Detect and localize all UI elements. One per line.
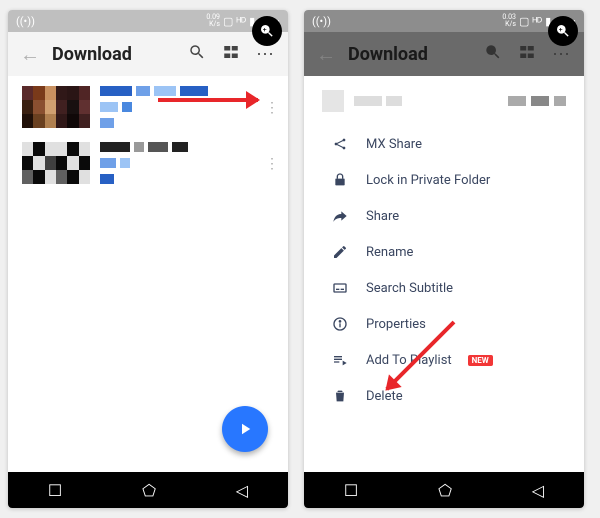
- nav-back-icon[interactable]: ◁: [532, 481, 544, 500]
- pencil-icon: [330, 244, 350, 260]
- file-row[interactable]: ⋮: [8, 132, 288, 188]
- status-bar: ((•)) 0.03K/s ▢ ᴴᴰ ▮ ◢ ▭: [304, 10, 584, 32]
- menu-search-subtitle[interactable]: Search Subtitle: [308, 270, 580, 306]
- status-bar: ((•)) 0.09K/s ▢ ᴴᴰ ▮ ◢ ▭: [8, 10, 288, 32]
- more-icon: ⋯: [550, 44, 572, 65]
- video-thumbnail: [22, 142, 90, 184]
- menu-delete[interactable]: Delete: [308, 378, 580, 414]
- zoom-icon[interactable]: [252, 16, 282, 46]
- row-more-icon[interactable]: ⋮: [265, 100, 278, 116]
- menu-label: Lock in Private Folder: [366, 173, 490, 188]
- trash-icon: [330, 388, 350, 404]
- playlist-icon: [330, 352, 350, 368]
- sheet-header: [304, 76, 584, 120]
- hotspot-icon: ((•)): [16, 15, 35, 28]
- menu-mx-share[interactable]: MX Share: [308, 126, 580, 162]
- phone-right: ((•)) 0.03K/s ▢ ᴴᴰ ▮ ◢ ▭ ← Download ⋯: [304, 10, 584, 508]
- nav-home-icon[interactable]: ⬠: [142, 481, 156, 500]
- menu-label: Properties: [366, 317, 426, 332]
- view-icon[interactable]: [220, 43, 242, 66]
- info-icon: [330, 316, 350, 332]
- search-icon: [482, 43, 504, 66]
- cast-icon: ▢: [223, 15, 233, 28]
- lock-icon: [330, 172, 350, 188]
- share-alt-icon: [330, 136, 350, 152]
- app-bar: ← Download ⋯: [8, 32, 288, 76]
- view-icon: [516, 43, 538, 66]
- menu-label: Share: [366, 209, 399, 224]
- menu-properties[interactable]: Properties: [308, 306, 580, 342]
- row-more-icon[interactable]: ⋮: [265, 156, 278, 172]
- nav-bar: ☐ ⬠ ◁: [8, 472, 288, 508]
- more-icon[interactable]: ⋯: [254, 44, 276, 65]
- nav-bar: ☐ ⬠ ◁: [304, 472, 584, 508]
- menu-label: Rename: [366, 245, 413, 260]
- bottom-sheet: MX Share Lock in Private Folder Share Re…: [304, 76, 584, 472]
- content-area: ⋮ ⋮: [8, 76, 288, 472]
- back-icon: ←: [316, 42, 336, 67]
- nav-home-icon[interactable]: ⬠: [438, 481, 452, 500]
- app-bar-dimmed: ← Download ⋯: [304, 32, 584, 76]
- context-menu: MX Share Lock in Private Folder Share Re…: [304, 120, 584, 420]
- menu-label: Search Subtitle: [366, 281, 453, 296]
- share-icon: [330, 208, 350, 224]
- hotspot-icon: ((•)): [312, 15, 331, 28]
- menu-share[interactable]: Share: [308, 198, 580, 234]
- nav-back-icon[interactable]: ◁: [236, 481, 248, 500]
- subtitle-icon: [330, 280, 350, 296]
- menu-rename[interactable]: Rename: [308, 234, 580, 270]
- play-fab[interactable]: [222, 406, 268, 452]
- volte-icon: ᴴᴰ: [532, 15, 542, 28]
- nav-recent-icon[interactable]: ☐: [48, 481, 62, 500]
- file-row[interactable]: ⋮: [8, 76, 288, 132]
- tutorial-arrow: [158, 98, 258, 102]
- nav-recent-icon[interactable]: ☐: [344, 481, 358, 500]
- menu-add-playlist[interactable]: Add To Playlist NEW: [308, 342, 580, 378]
- new-badge: NEW: [468, 355, 493, 366]
- page-title: Download: [52, 44, 174, 65]
- menu-lock[interactable]: Lock in Private Folder: [308, 162, 580, 198]
- sheet-thumbnail: [322, 90, 344, 112]
- cast-icon: ▢: [519, 15, 529, 28]
- menu-label: MX Share: [366, 137, 422, 152]
- page-title: Download: [348, 44, 470, 65]
- phone-left: ((•)) 0.09K/s ▢ ᴴᴰ ▮ ◢ ▭ ← Download ⋯: [8, 10, 288, 508]
- search-icon[interactable]: [186, 43, 208, 66]
- file-title-blurred: [100, 142, 274, 184]
- zoom-icon[interactable]: [548, 16, 578, 46]
- volte-icon: ᴴᴰ: [236, 15, 246, 28]
- video-thumbnail: [22, 86, 90, 128]
- back-icon[interactable]: ←: [20, 42, 40, 67]
